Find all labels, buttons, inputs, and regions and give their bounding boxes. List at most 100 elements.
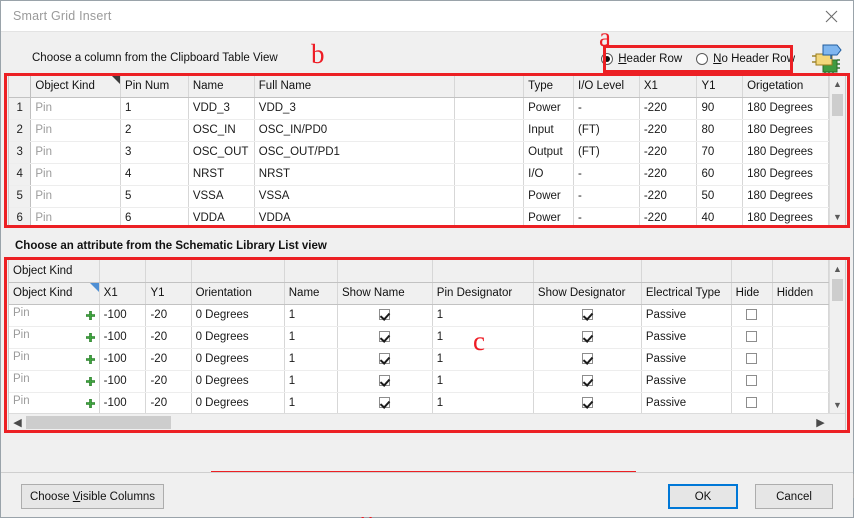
hide-checkbox[interactable] (746, 331, 757, 342)
add-icon[interactable] (86, 377, 95, 389)
add-icon[interactable] (86, 399, 95, 411)
table-row[interactable]: 5Pin5VSSAVSSAPower--22050180 Degrees (9, 185, 829, 207)
col-rownum[interactable] (9, 75, 31, 97)
row-number[interactable]: 6 (9, 207, 31, 225)
cancel-button[interactable]: Cancel (755, 484, 833, 509)
row-number[interactable]: 5 (9, 185, 31, 207)
attr-col-hide[interactable]: Hide (731, 282, 772, 304)
add-icon[interactable] (86, 333, 95, 345)
hide-checkbox[interactable] (746, 309, 757, 320)
group-col-9[interactable] (641, 260, 731, 282)
clipboard-table-vscrollbar[interactable]: ▲ ▼ (829, 75, 845, 225)
group-col-7[interactable] (432, 260, 533, 282)
cell-show-name[interactable] (337, 348, 432, 370)
cell-show-designator[interactable] (533, 370, 641, 392)
clipboard-table[interactable]: Object Kind Pin Num Name Full Name Type … (8, 74, 846, 226)
group-col-3[interactable] (146, 260, 191, 282)
col-type[interactable]: Type (524, 75, 574, 97)
scroll-down-icon[interactable]: ▼ (830, 208, 845, 225)
show-designator-checkbox[interactable] (582, 353, 593, 364)
row-number[interactable]: 3 (9, 141, 31, 163)
attribute-table-vscrollbar[interactable]: ▲ ▼ (829, 260, 845, 413)
attr-col-y1[interactable]: Y1 (146, 282, 191, 304)
cell-hide[interactable] (731, 392, 772, 413)
table-row[interactable]: 4Pin4NRSTNRSTI/O--22060180 Degrees (9, 163, 829, 185)
attr-col-hidden[interactable]: Hidden (772, 282, 828, 304)
col-pin-num[interactable]: Pin Num (121, 75, 189, 97)
cell-hide[interactable] (731, 348, 772, 370)
show-name-checkbox[interactable] (379, 331, 390, 342)
group-col-6[interactable] (337, 260, 432, 282)
table-row[interactable]: Pin -100 -20 0 Degrees 1 1 Passive (9, 392, 829, 413)
show-designator-checkbox[interactable] (582, 397, 593, 408)
table-row[interactable]: 2Pin2OSC_INOSC_IN/PD0Input(FT)-22080180 … (9, 119, 829, 141)
scroll-thumb[interactable] (832, 279, 843, 301)
cell-hide[interactable] (731, 326, 772, 348)
show-name-checkbox[interactable] (379, 309, 390, 320)
scroll-left-icon[interactable]: ◀ (9, 416, 26, 429)
cell-show-designator[interactable] (533, 392, 641, 413)
group-col-5[interactable] (284, 260, 337, 282)
group-col-2[interactable] (99, 260, 146, 282)
show-name-checkbox[interactable] (379, 397, 390, 408)
table-row[interactable]: 1Pin1VDD_3VDD_3Power--22090180 Degrees (9, 97, 829, 119)
attr-col-show-designator[interactable]: Show Designator (533, 282, 641, 304)
attr-col-object-kind[interactable]: Object Kind (9, 282, 99, 304)
scroll-thumb[interactable] (832, 94, 843, 116)
col-full-name[interactable]: Full Name (254, 75, 454, 97)
hide-checkbox[interactable] (746, 397, 757, 408)
table-row[interactable]: Pin -100 -20 0 Degrees 1 1 Passive (9, 348, 829, 370)
row-number[interactable]: 2 (9, 119, 31, 141)
show-name-checkbox[interactable] (379, 375, 390, 386)
choose-visible-columns-button[interactable]: Choose Visible Columns (21, 484, 164, 509)
hide-checkbox[interactable] (746, 375, 757, 386)
table-row[interactable]: Pin -100 -20 0 Degrees 1 1 Passive (9, 304, 829, 326)
attr-col-electrical-type[interactable]: Electrical Type (641, 282, 731, 304)
attr-col-name[interactable]: Name (284, 282, 337, 304)
cell-show-name[interactable] (337, 392, 432, 413)
show-designator-checkbox[interactable] (582, 309, 593, 320)
col-blank[interactable] (455, 75, 524, 97)
group-col-11[interactable] (772, 260, 828, 282)
table-row[interactable]: 6Pin6VDDAVDDAPower--22040180 Degrees (9, 207, 829, 225)
table-row[interactable]: 3Pin3OSC_OUTOSC_OUT/PD1Output(FT)-220701… (9, 141, 829, 163)
cell-show-designator[interactable] (533, 304, 641, 326)
add-icon[interactable] (86, 311, 95, 323)
radio-no-header-row[interactable]: No Header Row (696, 53, 795, 65)
radio-header-row[interactable]: Header Row (601, 53, 682, 65)
row-number[interactable]: 4 (9, 163, 31, 185)
cell-show-name[interactable] (337, 370, 432, 392)
table-row[interactable]: Pin -100 -20 0 Degrees 1 1 Passive (9, 370, 829, 392)
scroll-down-icon[interactable]: ▼ (830, 396, 845, 413)
show-designator-checkbox[interactable] (582, 331, 593, 342)
cell-show-name[interactable] (337, 304, 432, 326)
attr-col-orientation[interactable]: Orientation (191, 282, 284, 304)
hide-checkbox[interactable] (746, 353, 757, 364)
show-name-checkbox[interactable] (379, 353, 390, 364)
scroll-up-icon[interactable]: ▲ (830, 75, 845, 92)
cell-show-designator[interactable] (533, 348, 641, 370)
group-col-object-kind[interactable]: Object Kind (9, 260, 99, 282)
col-x1[interactable]: X1 (639, 75, 697, 97)
scroll-up-icon[interactable]: ▲ (830, 260, 845, 277)
close-icon[interactable] (809, 1, 853, 32)
group-col-8[interactable] (533, 260, 641, 282)
show-designator-checkbox[interactable] (582, 375, 593, 386)
col-object-kind[interactable]: Object Kind (31, 75, 121, 97)
cell-show-designator[interactable] (533, 326, 641, 348)
cell-show-name[interactable] (337, 326, 432, 348)
group-col-10[interactable] (731, 260, 772, 282)
table-row[interactable]: Pin -100 -20 0 Degrees 1 1 Passive (9, 326, 829, 348)
add-icon[interactable] (86, 355, 95, 367)
col-y1[interactable]: Y1 (697, 75, 743, 97)
attr-col-x1[interactable]: X1 (99, 282, 146, 304)
group-col-4[interactable] (191, 260, 284, 282)
cell-hide[interactable] (731, 304, 772, 326)
scroll-right-icon[interactable]: ▶ (812, 416, 829, 429)
cell-hide[interactable] (731, 370, 772, 392)
col-origetation[interactable]: Origetation (743, 75, 829, 97)
row-number[interactable]: 1 (9, 97, 31, 119)
attr-col-show-name[interactable]: Show Name (337, 282, 432, 304)
scroll-thumb[interactable] (26, 416, 171, 429)
ok-button[interactable]: OK (668, 484, 738, 509)
